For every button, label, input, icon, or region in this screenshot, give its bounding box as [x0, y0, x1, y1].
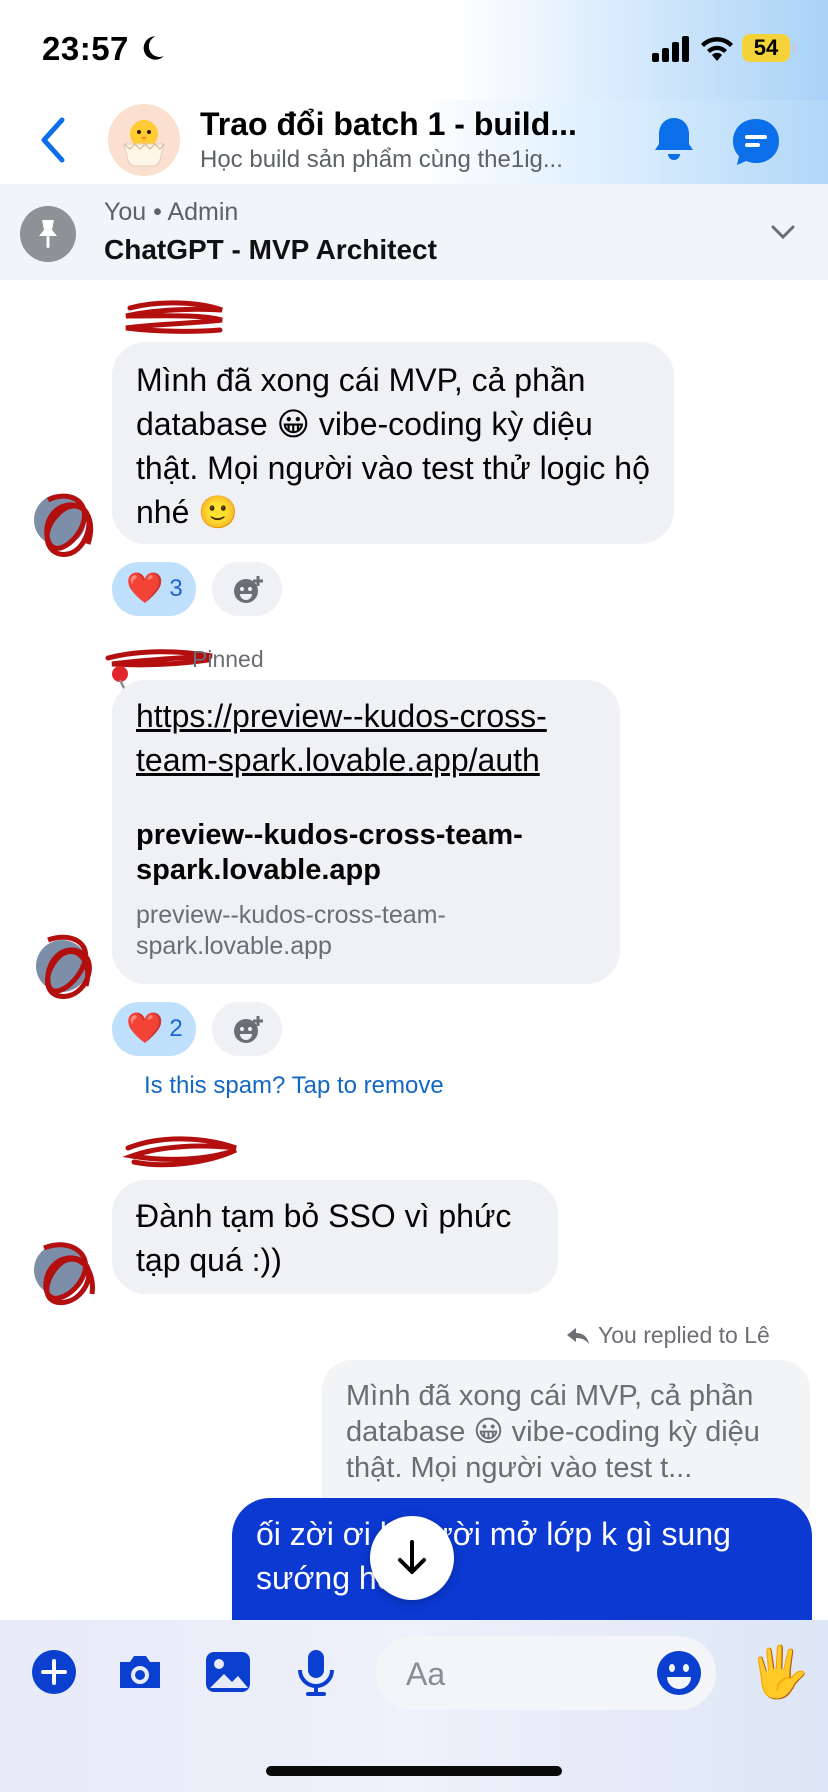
sender-avatar[interactable] [34, 493, 94, 557]
battery-indicator: 54 [742, 34, 796, 62]
add-reaction-button[interactable] [212, 562, 282, 616]
message-text: Đành tạm bỏ SSO vì phức tạp quá :)) [136, 1198, 512, 1278]
outgoing-message-bubble[interactable]: ối zời ơi l người mở lớp k gì sung sướng… [232, 1498, 812, 1622]
cellular-signal-icon [652, 36, 689, 62]
reply-arrow-icon [567, 1328, 589, 1344]
redacted-avatar-scribble [43, 1242, 95, 1306]
reply-note: You replied to Lê [566, 1322, 770, 1349]
reaction-pill[interactable]: ❤️ 2 [112, 1002, 196, 1056]
link-preview-title[interactable]: preview--kudos-cross-team-spark.lovable.… [136, 818, 606, 888]
sender-avatar[interactable] [34, 1242, 95, 1306]
reaction-count: 2 [169, 1015, 183, 1042]
quoted-message[interactable]: Mình đã xong cái MVP, cả phần database 😀… [322, 1360, 810, 1510]
pinned-message-bar[interactable]: You • Admin ChatGPT - MVP Architect [0, 184, 828, 280]
redacted-name-scribble [122, 1136, 238, 1168]
message-bubble[interactable]: Mình đã xong cái MVP, cả phần database 😀… [112, 342, 674, 544]
message-text: Mình đã xong cái MVP, cả phần database 😀… [136, 362, 650, 530]
heart-reaction-icon: ❤️ [126, 572, 164, 605]
message-composer: Aa 🖐️ [0, 1620, 828, 1792]
pinned-meta: You • Admin [104, 198, 239, 226]
pinned-avatar [20, 206, 76, 262]
moon-icon [143, 36, 164, 60]
heart-reaction-icon: ❤️ [126, 1012, 164, 1045]
chevron-down-icon[interactable] [770, 224, 796, 240]
add-reaction-icon [234, 576, 263, 603]
emoji-icon[interactable] [656, 1650, 702, 1696]
message-bubble[interactable]: Đành tạm bỏ SSO vì phức tạp quá :)) [112, 1180, 558, 1294]
plus-icon[interactable] [28, 1646, 80, 1698]
threads-icon[interactable] [730, 116, 782, 168]
pinned-title: ChatGPT - MVP Architect [104, 234, 437, 265]
gallery-icon[interactable] [202, 1646, 254, 1698]
bell-icon[interactable] [650, 114, 698, 164]
hatching-chick-icon [108, 104, 180, 176]
spam-remove-link[interactable]: Is this spam? Tap to remove [144, 1072, 444, 1100]
chat-title[interactable]: Trao đổi batch 1 - build... [200, 106, 620, 143]
reaction-pill[interactable]: ❤️ 3 [112, 562, 196, 616]
redacted-name-scribble [125, 300, 223, 334]
chat-subtitle[interactable]: Học build sản phẩm cùng the1ig... [200, 146, 620, 174]
home-indicator [266, 1766, 562, 1776]
arrow-down-icon [398, 1540, 426, 1574]
pin-icon [39, 220, 57, 248]
group-avatar[interactable] [108, 104, 180, 176]
sender-avatar[interactable] [36, 934, 92, 999]
status-bar: 23:57 54 [0, 0, 828, 100]
redacted-avatar-scribble [45, 934, 92, 999]
add-reaction-icon [234, 1016, 263, 1043]
link-preview-domain: preview--kudos-cross-team-spark.lovable.… [136, 901, 446, 960]
reply-note-text: You replied to Lê [598, 1322, 770, 1348]
message-input[interactable]: Aa [376, 1636, 716, 1710]
back-chevron-icon[interactable] [38, 116, 68, 164]
scroll-to-bottom-button[interactable] [370, 1516, 454, 1600]
redacted-avatar-scribble [44, 493, 94, 557]
camera-icon[interactable] [114, 1646, 166, 1698]
wave-hand-button[interactable]: 🖐️ [748, 1642, 810, 1702]
link-url[interactable]: https://preview--kudos-cross-team-spark.… [136, 694, 606, 782]
chat-header: Trao đổi batch 1 - build... Học build sả… [0, 100, 828, 184]
wifi-icon [701, 37, 733, 61]
message-input-placeholder: Aa [406, 1656, 446, 1692]
add-reaction-button[interactable] [212, 1002, 282, 1056]
pinned-label: Pinned [192, 646, 264, 672]
status-time: 23:57 [42, 30, 129, 67]
microphone-icon[interactable] [290, 1646, 342, 1698]
reaction-count: 3 [169, 575, 183, 602]
